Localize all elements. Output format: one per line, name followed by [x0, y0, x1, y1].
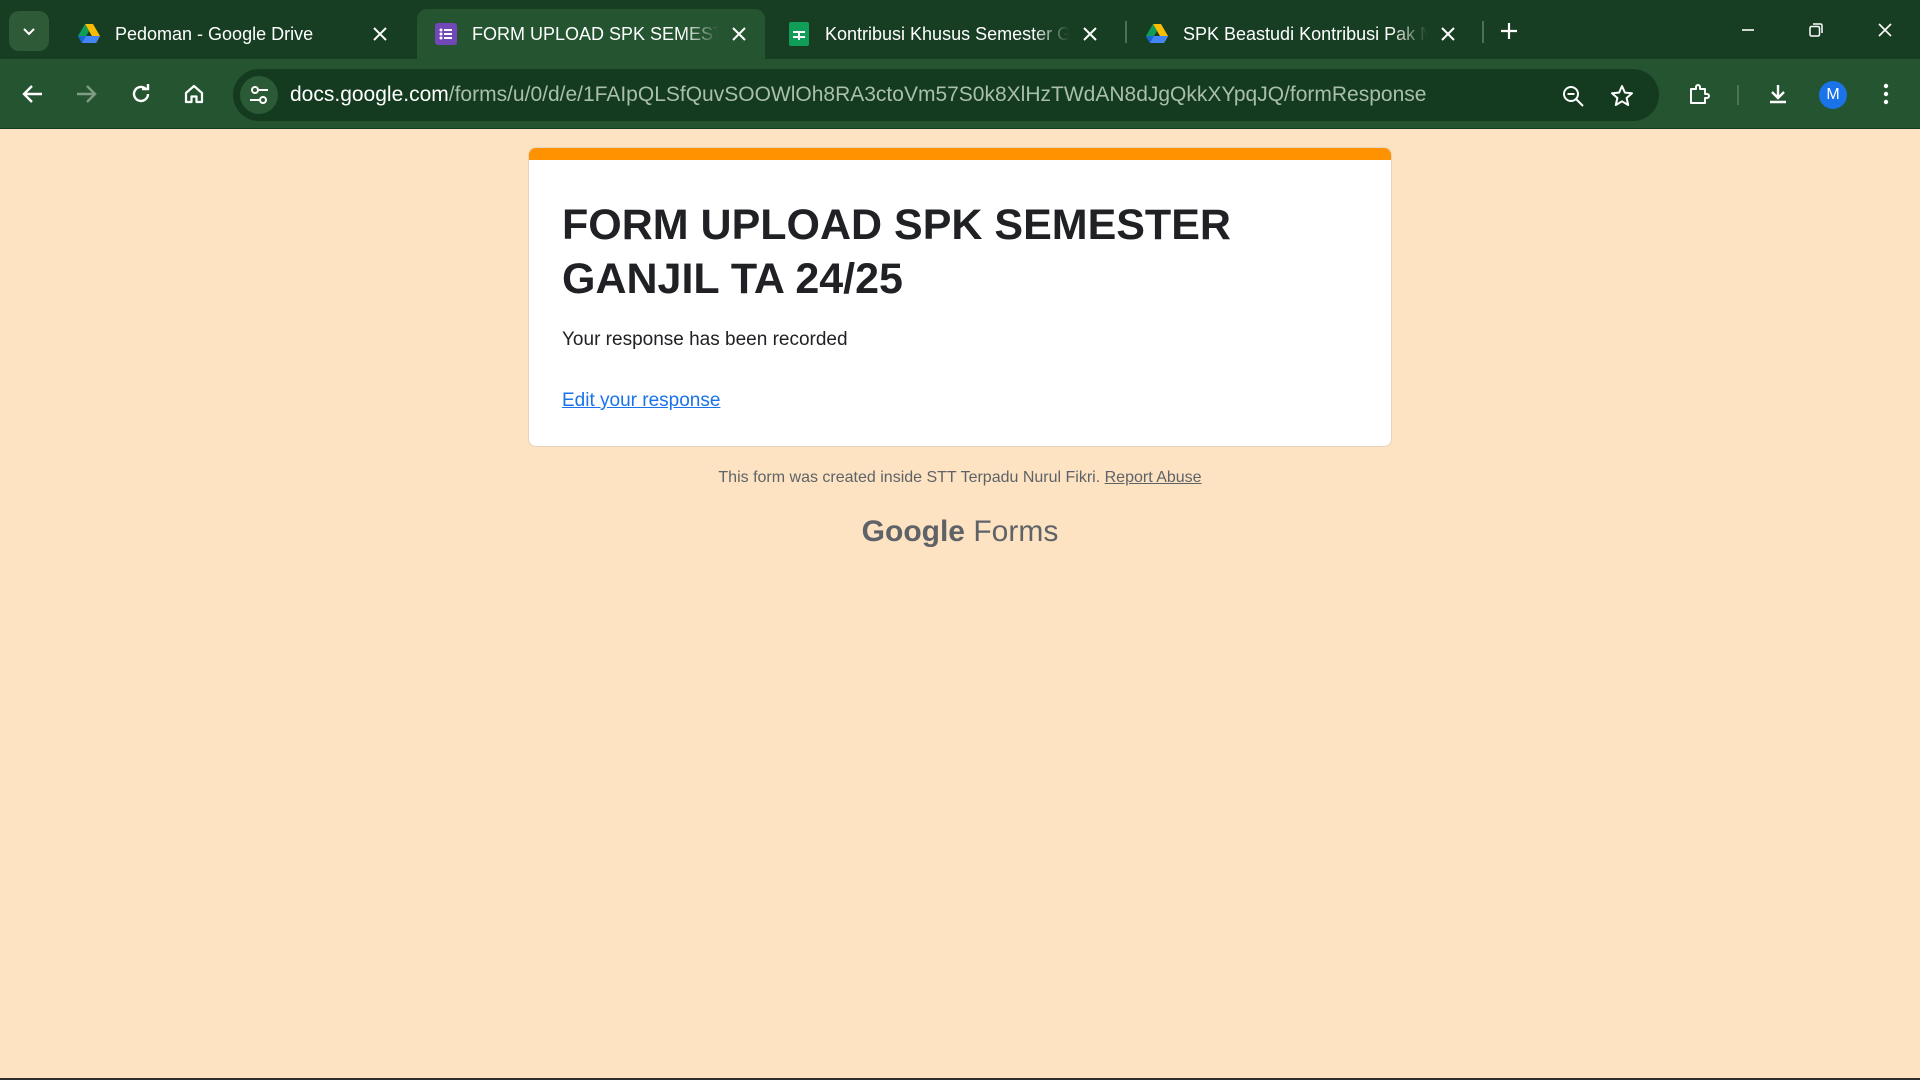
- reload-button[interactable]: [121, 74, 161, 114]
- zoom-button[interactable]: [1558, 81, 1588, 111]
- response-card: FORM UPLOAD SPK SEMESTER GANJIL TA 24/25…: [528, 147, 1392, 447]
- footer-note: This form was created inside STT Terpadu…: [0, 469, 1920, 487]
- tab-title: FORM UPLOAD SPK SEMESTER GANJIL TA 24/25: [472, 23, 719, 44]
- site-info-button[interactable]: [240, 76, 278, 114]
- toolbar-separator: [1737, 85, 1739, 105]
- google-drive-icon: [1145, 22, 1169, 46]
- close-icon: [1878, 23, 1892, 37]
- created-note: This form was created inside STT Terpadu…: [718, 469, 1101, 486]
- confirmation-message: Your response has been recorded: [562, 329, 848, 350]
- tab-form-upload-spk[interactable]: FORM UPLOAD SPK SEMESTER GANJIL TA 24/25: [417, 9, 765, 59]
- tab-pedoman[interactable]: Pedoman - Google Drive: [60, 9, 406, 59]
- brand-google: Google: [861, 515, 965, 548]
- restore-icon: [1809, 23, 1823, 37]
- arrow-right-icon: [77, 85, 97, 103]
- tab-search-button[interactable]: [9, 11, 49, 51]
- tab-title: SPK Beastudi Kontribusi Pak Nurul: [1183, 23, 1428, 44]
- report-abuse-link[interactable]: Report Abuse: [1105, 469, 1202, 486]
- tab-separator: [1482, 21, 1484, 43]
- close-window-button[interactable]: [1862, 8, 1908, 52]
- restore-button[interactable]: [1793, 8, 1839, 52]
- url-path: /forms/u/0/d/e/1FAIpQLSfQuvSOOWlOh8RA3ct…: [448, 83, 1427, 106]
- close-icon[interactable]: [1436, 22, 1460, 46]
- star-icon: [1611, 85, 1633, 106]
- menu-button[interactable]: [1866, 74, 1906, 114]
- plus-icon: [1501, 23, 1517, 39]
- new-tab-button[interactable]: [1492, 14, 1526, 48]
- download-icon: [1770, 85, 1786, 104]
- minimize-icon: [1742, 29, 1754, 31]
- card-accent-bar: [529, 148, 1391, 160]
- home-button[interactable]: [174, 74, 214, 114]
- form-title: FORM UPLOAD SPK SEMESTER GANJIL TA 24/25: [562, 201, 1231, 303]
- bookmark-button[interactable]: [1607, 81, 1637, 111]
- google-forms-icon: [434, 22, 458, 46]
- minimize-button[interactable]: [1725, 8, 1771, 52]
- downloads-button[interactable]: [1758, 74, 1798, 114]
- url-text[interactable]: docs.google.com/forms/u/0/d/e/1FAIpQLSfQ…: [290, 83, 1426, 107]
- home-icon: [184, 84, 204, 104]
- browser-toolbar: docs.google.com/forms/u/0/d/e/1FAIpQLSfQ…: [0, 59, 1920, 129]
- tab-separator: [1125, 21, 1127, 43]
- chevron-down-icon: [23, 28, 35, 36]
- close-icon[interactable]: [1078, 22, 1102, 46]
- url-host: docs.google.com: [290, 83, 449, 106]
- close-icon[interactable]: [368, 22, 392, 46]
- tune-icon: [250, 86, 268, 104]
- tab-kontribusi-khusus[interactable]: Kontribusi Khusus Semester Ganjil: [770, 9, 1116, 59]
- google-drive-icon: [77, 22, 101, 46]
- google-forms-logo[interactable]: Google Forms: [0, 515, 1920, 549]
- extensions-button[interactable]: [1679, 74, 1719, 114]
- puzzle-icon: [1690, 84, 1710, 104]
- tab-strip: Pedoman - Google Drive FORM UPLOAD SPK S…: [0, 0, 1920, 59]
- more-vert-icon: [1883, 83, 1889, 105]
- tab-title: Pedoman - Google Drive: [115, 23, 314, 44]
- google-sheets-icon: [787, 22, 811, 46]
- arrow-left-icon: [22, 85, 42, 103]
- forward-button[interactable]: [66, 74, 106, 114]
- edit-response-link[interactable]: Edit your response: [562, 390, 720, 412]
- profile-avatar[interactable]: M: [1819, 81, 1847, 109]
- zoom-out-icon: [1563, 86, 1584, 107]
- brand-forms: Forms: [973, 515, 1059, 548]
- address-bar[interactable]: docs.google.com/forms/u/0/d/e/1FAIpQLSfQ…: [233, 69, 1659, 121]
- reload-icon: [132, 84, 150, 103]
- tab-spk-beastudi[interactable]: SPK Beastudi Kontribusi Pak Nurul: [1128, 9, 1474, 59]
- back-button[interactable]: [13, 74, 53, 114]
- tab-title: Kontribusi Khusus Semester Ganjil: [825, 23, 1070, 44]
- close-icon[interactable]: [727, 22, 751, 46]
